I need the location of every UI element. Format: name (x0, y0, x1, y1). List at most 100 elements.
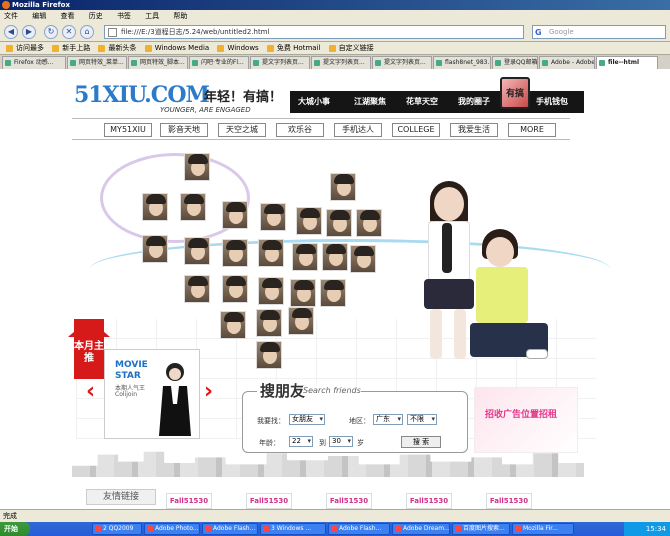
browser-tab[interactable]: flash8net_983... (433, 56, 491, 69)
age-from-select[interactable]: 22 (289, 436, 313, 447)
taskbar-item[interactable]: 3 Windows ... (260, 523, 326, 535)
ad-banner[interactable]: 招收广告位置招租 (474, 387, 578, 453)
profile-photo[interactable] (222, 201, 248, 229)
address-bar[interactable]: file:///E:/3道程日志/5.24/web/untitled2.html (104, 25, 524, 39)
taskbar-item[interactable]: 2 QQ2009 (92, 523, 142, 535)
profile-photo[interactable] (256, 309, 282, 337)
age-to-select[interactable]: 30 (329, 436, 353, 447)
profile-photo[interactable] (180, 193, 206, 221)
friend-link[interactable]: Fall51530 (486, 493, 532, 509)
menu-more[interactable]: MORE (508, 123, 556, 137)
profile-photo[interactable] (184, 275, 210, 303)
menu-view[interactable]: 查看 (60, 12, 74, 20)
forward-button[interactable]: ▶ (22, 25, 36, 39)
profile-photo[interactable] (258, 239, 284, 267)
menu-history[interactable]: 历史 (89, 12, 103, 20)
search-box[interactable]: G Google (532, 25, 666, 39)
start-button[interactable]: 开始 (0, 522, 30, 536)
bookmark-item[interactable]: Windows (217, 42, 259, 54)
browser-tab[interactable]: 登录QQ邮箱 (492, 56, 538, 69)
profile-photo[interactable] (322, 243, 348, 271)
taskbar-item[interactable]: Adobe Photo... (144, 523, 200, 535)
profile-photo[interactable] (290, 279, 316, 307)
cube-logo-icon: 有搞 (500, 77, 530, 109)
menu-life[interactable]: 我爱生活 (450, 123, 498, 137)
profile-photo[interactable] (350, 245, 376, 273)
taskbar-item[interactable]: Adobe Dream... (392, 523, 450, 535)
browser-tab[interactable]: 提文字列表页... (250, 56, 310, 69)
bookmark-item[interactable]: 免费 Hotmail (266, 42, 320, 54)
find-select[interactable]: 女朋友 (289, 414, 325, 425)
profile-photo[interactable] (296, 207, 322, 235)
browser-tab[interactable]: 网页特效_菜单... (67, 56, 127, 69)
taskbar-item[interactable]: 百度图片搜索... (452, 523, 510, 535)
menu-edit[interactable]: 编辑 (32, 12, 46, 20)
profile-photo[interactable] (260, 203, 286, 231)
friend-link[interactable]: Fall51530 (406, 493, 452, 509)
bookmark-item[interactable]: Windows Media (144, 42, 209, 54)
taskbar-clock: 15:34 (624, 522, 670, 536)
profile-photo[interactable] (256, 341, 282, 369)
browser-tab[interactable]: 闪吧·专业的Fl... (189, 56, 249, 69)
prev-arrow-icon[interactable]: ‹ (86, 379, 95, 404)
profile-photo[interactable] (142, 193, 168, 221)
browser-tab[interactable]: Firefox 动感... (2, 56, 66, 69)
friend-link[interactable]: Fall51530 (166, 493, 212, 509)
browser-tab[interactable]: 提文字列表页... (372, 56, 432, 69)
home-button[interactable]: ⌂ (80, 25, 94, 39)
profile-photo[interactable] (326, 209, 352, 237)
profile-photo[interactable] (356, 209, 382, 237)
menu-mobile[interactable]: 手机达人 (334, 123, 382, 137)
age-label: 年龄： (259, 439, 280, 447)
bookmark-item[interactable]: 自定义链接 (328, 42, 374, 54)
site-logo[interactable]: 51XIU.COM 年轻！有搞！ YOUNGER, ARE ENGAGED (74, 82, 284, 114)
menu-my51xiu[interactable]: MY51XIU (104, 123, 152, 137)
menu-happy[interactable]: 欢乐谷 (276, 123, 324, 137)
search-button[interactable]: 搜 索 (401, 436, 441, 448)
profile-photo[interactable] (320, 279, 346, 307)
back-button[interactable]: ◀ (4, 25, 18, 39)
nav-wallet[interactable]: 手机钱包 (536, 91, 568, 113)
menu-tools[interactable]: 工具 (145, 12, 159, 20)
friend-link[interactable]: Fall51530 (326, 493, 372, 509)
taskbar-item[interactable]: Mozilla Fir... (512, 523, 574, 535)
menu-file[interactable]: 文件 (4, 12, 18, 20)
profile-photo[interactable] (184, 153, 210, 181)
top-navigation: 大城小事 江湖聚焦 花草天空 我的圈子 手机钱包 (290, 91, 584, 113)
friend-link[interactable]: Fall51530 (246, 493, 292, 509)
menu-help[interactable]: 帮助 (173, 12, 187, 20)
area-select[interactable]: 广东 (373, 414, 403, 425)
stop-button[interactable]: ✕ (62, 25, 76, 39)
browser-tab[interactable]: 提文字列表页... (311, 56, 371, 69)
search-friends-title: 搜朋友 (257, 380, 309, 401)
nav-jianghu[interactable]: 江湖聚焦 (354, 91, 386, 113)
menu-bookmarks[interactable]: 书签 (117, 12, 131, 20)
profile-photo[interactable] (258, 277, 284, 305)
profile-photo[interactable] (142, 235, 168, 263)
profile-photo[interactable] (292, 243, 318, 271)
browser-tab[interactable]: 网页特效_脚本... (128, 56, 188, 69)
menu-media[interactable]: 影音天地 (160, 123, 208, 137)
profile-photo[interactable] (184, 237, 210, 265)
profile-photo[interactable] (330, 173, 356, 201)
nav-circle[interactable]: 我的圈子 (458, 91, 490, 113)
bookmark-item[interactable]: 访问最多 (6, 42, 44, 54)
area2-select[interactable]: 不限 (407, 414, 437, 425)
nav-sky[interactable]: 花草天空 (406, 91, 438, 113)
profile-photo[interactable] (220, 311, 246, 339)
profile-photo[interactable] (288, 307, 314, 335)
profile-photo[interactable] (222, 239, 248, 267)
taskbar-item[interactable]: Adobe Flash... (202, 523, 258, 535)
reload-button[interactable]: ↻ (44, 25, 58, 39)
bookmark-item[interactable]: 最新头条 (98, 42, 136, 54)
profile-photo[interactable] (222, 275, 248, 303)
next-arrow-icon[interactable]: › (204, 379, 213, 404)
menu-college[interactable]: COLLEGE (392, 123, 440, 137)
browser-tab-active[interactable]: file--html (596, 56, 658, 69)
nav-city[interactable]: 大城小事 (298, 91, 330, 113)
browser-tab[interactable]: Adobe - Adobe... (539, 56, 595, 69)
menu-skycity[interactable]: 天空之城 (218, 123, 266, 137)
bookmark-item[interactable]: 新手上路 (52, 42, 90, 54)
movie-star-card[interactable]: MOVIE STAR 本期人气王 Colijoin (104, 349, 200, 439)
taskbar-item[interactable]: Adobe Flash... (328, 523, 390, 535)
